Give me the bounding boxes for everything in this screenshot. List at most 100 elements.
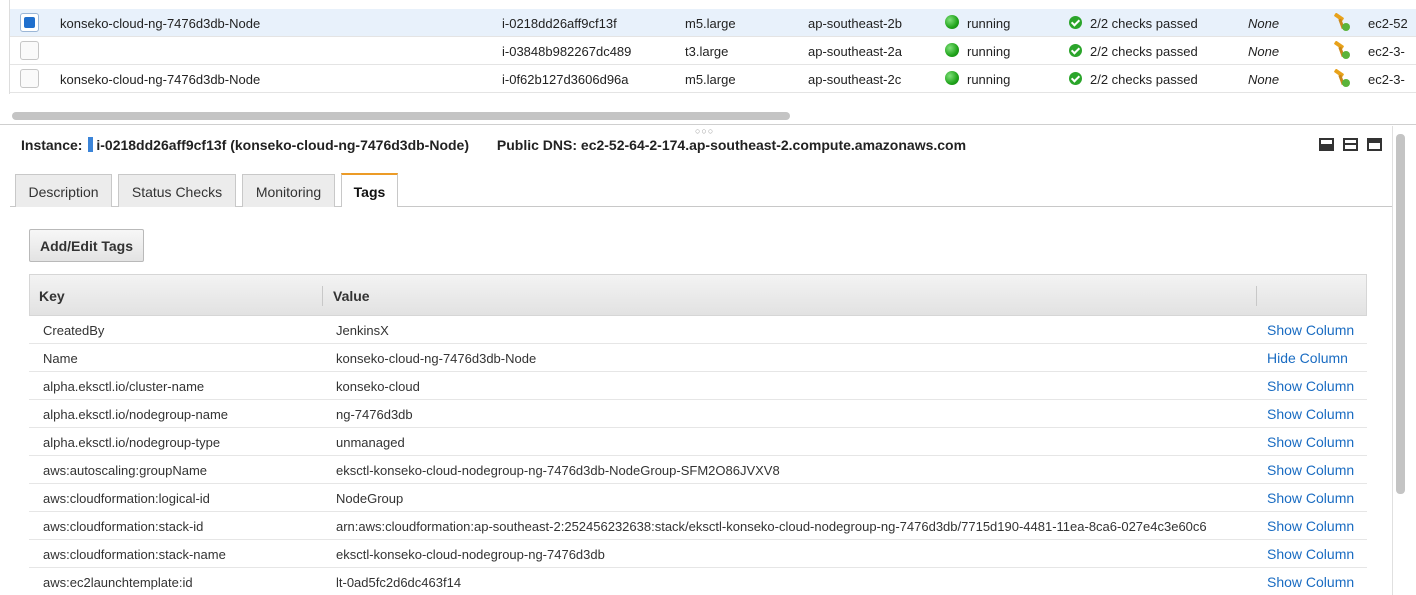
public-dns-label: Public DNS: — [496, 137, 578, 153]
value-column-header[interactable]: Value — [333, 288, 370, 304]
instance-alarm: None — [1248, 72, 1280, 87]
instances-table: konseko-cloud-ng-7476d3db-Node i-0218dd26… — [9, 0, 1416, 94]
status-dot-icon — [945, 71, 959, 85]
instance-row[interactable]: konseko-cloud-ng-7476d3db-Node i-0218dd26… — [10, 9, 1416, 37]
tag-key: alpha.eksctl.io/cluster-name — [43, 379, 205, 394]
show-column-link[interactable]: Show Column — [1267, 406, 1354, 422]
instance-checks: 2/2 checks passed — [1090, 16, 1198, 31]
tab-description[interactable]: Description — [15, 174, 112, 207]
table-row: CreatedBy JenkinsX Show Column — [29, 316, 1367, 344]
vertical-scroll-track — [1392, 126, 1393, 595]
tag-key: alpha.eksctl.io/nodegroup-type — [43, 435, 221, 450]
instance-id: i-0218dd26aff9cf13f — [502, 16, 617, 31]
tag-value: ng-7476d3db — [336, 407, 413, 422]
instance-dns: ec2-3- — [1368, 72, 1405, 87]
status-dot-icon — [945, 15, 959, 29]
instance-alarm: None — [1248, 44, 1280, 59]
layout-split-icon[interactable] — [1343, 138, 1358, 151]
checkmark-icon — [1069, 72, 1082, 85]
instance-row[interactable]: konseko-cloud-ng-7476d3db-Node i-0f62b127… — [10, 65, 1416, 93]
tag-value: NodeGroup — [336, 491, 404, 506]
layout-bottom-icon[interactable] — [1319, 138, 1334, 151]
instance-dns: ec2-52 — [1368, 16, 1408, 31]
tab-status-checks[interactable]: Status Checks — [118, 174, 236, 207]
show-column-link[interactable]: Show Column — [1267, 322, 1354, 338]
checkbox-icon[interactable] — [20, 13, 39, 32]
instance-type: m5.large — [685, 16, 736, 31]
tag-value: konseko-cloud — [336, 379, 420, 394]
wrench-icon[interactable] — [1333, 13, 1351, 31]
instance-az: ap-southeast-2c — [808, 72, 902, 87]
show-column-link[interactable]: Show Column — [1267, 378, 1354, 394]
tag-key: Name — [43, 351, 78, 366]
instance-label: Instance: — [21, 137, 83, 153]
show-column-link[interactable]: Show Column — [1267, 490, 1354, 506]
tag-value: JenkinsX — [336, 323, 389, 338]
show-column-link[interactable]: Show Column — [1267, 434, 1354, 450]
tag-value: arn:aws:cloudformation:ap-southeast-2:25… — [336, 519, 1207, 534]
instance-state: running — [967, 16, 1011, 31]
show-column-link[interactable]: Show Column — [1267, 546, 1354, 562]
layout-full-icon[interactable] — [1367, 138, 1382, 151]
status-dot-icon — [945, 43, 959, 57]
resize-grip-icon[interactable]: ○○○ — [695, 126, 714, 136]
instance-alarm: None — [1248, 16, 1280, 31]
show-column-link[interactable]: Show Column — [1267, 462, 1354, 478]
tags-table: Key Value CreatedBy JenkinsX Show Column Na… — [29, 274, 1367, 595]
table-row: aws:cloudformation:stack-name eksctl-kons… — [29, 540, 1367, 568]
tag-key: aws:cloudformation:stack-id — [43, 519, 204, 534]
tag-key: alpha.eksctl.io/nodegroup-name — [43, 407, 229, 422]
tag-value: eksctl-konseko-cloud-nodegroup-ng-7476d3… — [336, 463, 780, 478]
table-row: aws:autoscaling:groupName eksctl-konseko-… — [29, 456, 1367, 484]
table-row: aws:cloudformation:stack-id arn:aws:cloud… — [29, 512, 1367, 540]
instance-az: ap-southeast-2a — [808, 44, 902, 59]
instance-state: running — [967, 44, 1011, 59]
show-column-link[interactable]: Show Column — [1267, 574, 1354, 590]
tag-value: unmanaged — [336, 435, 405, 450]
table-row: aws:cloudformation:logical-id NodeGroup Sh… — [29, 484, 1367, 512]
table-row: Name konseko-cloud-ng-7476d3db-Node Hide C… — [29, 344, 1367, 372]
pane-divider[interactable] — [0, 124, 1416, 125]
tab-tags[interactable]: Tags — [341, 173, 398, 207]
horizontal-scrollbar[interactable] — [12, 112, 790, 120]
tag-key: aws:ec2launchtemplate:id — [43, 575, 193, 590]
public-dns-value: ec2-52-64-2-174.ap-southeast-2.compute.a… — [580, 137, 967, 153]
instance-id: i-0f62b127d3606d96a — [502, 72, 629, 87]
wrench-icon[interactable] — [1333, 41, 1351, 59]
table-row: alpha.eksctl.io/nodegroup-name ng-7476d3d… — [29, 400, 1367, 428]
wrench-icon[interactable] — [1333, 69, 1351, 87]
instance-az: ap-southeast-2b — [808, 16, 902, 31]
instance-name: konseko-cloud-ng-7476d3db-Node — [60, 16, 261, 31]
column-separator[interactable] — [322, 286, 323, 306]
table-row: alpha.eksctl.io/cluster-name konseko-clou… — [29, 372, 1367, 400]
instance-id: i-03848b982267dc489 — [502, 44, 632, 59]
instance-name: konseko-cloud-ng-7476d3db-Node — [60, 72, 261, 87]
tag-value: eksctl-konseko-cloud-nodegroup-ng-7476d3… — [336, 547, 605, 562]
instance-value: i-0218dd26aff9cf13f (konseko-cloud-ng-74… — [96, 137, 469, 153]
checkbox-icon[interactable] — [20, 69, 39, 88]
checkbox-icon[interactable] — [20, 41, 39, 60]
tag-key: aws:cloudformation:logical-id — [43, 491, 210, 506]
tag-key: CreatedBy — [43, 323, 105, 338]
table-row: alpha.eksctl.io/nodegroup-type unmanaged S… — [29, 428, 1367, 456]
column-separator[interactable] — [1256, 286, 1257, 306]
instance-dns: ec2-3- — [1368, 44, 1405, 59]
show-column-link[interactable]: Show Column — [1267, 518, 1354, 534]
instance-checks: 2/2 checks passed — [1090, 72, 1198, 87]
checkmark-icon — [1069, 44, 1082, 57]
instance-marker-icon — [88, 137, 94, 152]
instance-type: m5.large — [685, 72, 736, 87]
hide-column-link[interactable]: Hide Column — [1267, 350, 1348, 366]
tab-monitoring[interactable]: Monitoring — [242, 174, 335, 207]
vertical-scrollbar[interactable] — [1396, 134, 1405, 494]
instance-state: running — [967, 72, 1011, 87]
instance-type: t3.large — [685, 44, 729, 59]
instance-checks: 2/2 checks passed — [1090, 44, 1198, 59]
key-column-header[interactable]: Key — [39, 288, 65, 304]
tag-value: konseko-cloud-ng-7476d3db-Node — [336, 351, 537, 366]
instance-row[interactable]: i-03848b982267dc489 t3.large ap-southeast-… — [10, 37, 1416, 65]
tag-key: aws:cloudformation:stack-name — [43, 547, 226, 562]
instance-detail-header: Instance: i-0218dd26aff9cf13f (konseko-c… — [21, 137, 966, 153]
checkmark-icon — [1069, 16, 1082, 29]
add-edit-tags-button[interactable]: Add/Edit Tags — [29, 229, 144, 262]
